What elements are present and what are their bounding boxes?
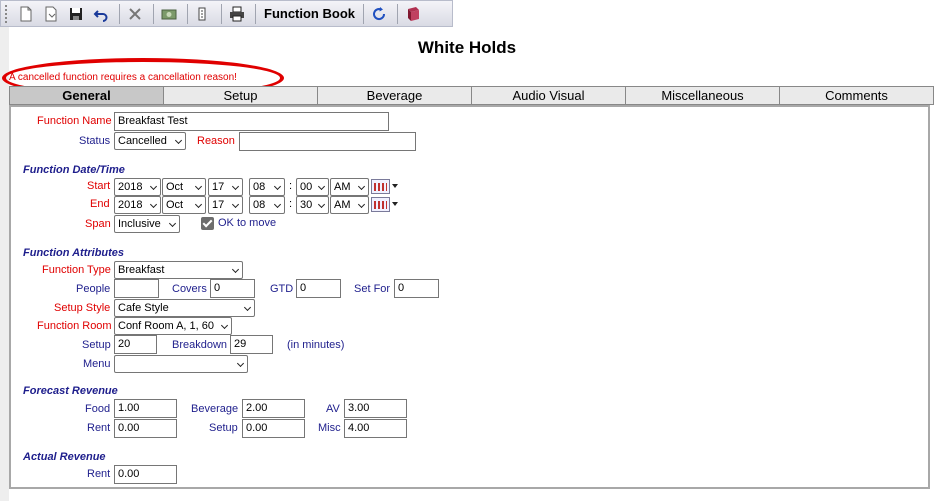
status-label: Status: [79, 135, 111, 147]
toolbar-separator: [187, 3, 188, 24]
gtd-input[interactable]: 0: [296, 279, 341, 298]
breakdown-label: Breakdown: [172, 339, 228, 351]
tab-miscellaneous[interactable]: Miscellaneous: [626, 86, 780, 105]
start-month-select[interactable]: Oct: [162, 178, 206, 196]
actual-rent-input[interactable]: 0.00: [114, 465, 177, 484]
undo-icon[interactable]: [90, 3, 112, 25]
tab-audio-visual[interactable]: Audio Visual: [472, 86, 626, 105]
av-label: AV: [326, 403, 340, 415]
beverage-input[interactable]: 2.00: [242, 399, 305, 418]
time-colon: :: [289, 180, 293, 192]
end-month-select[interactable]: Oct: [162, 196, 206, 214]
menu-select[interactable]: [114, 355, 248, 373]
page-title: White Holds: [417, 38, 517, 57]
setup-revenue-label: Setup: [209, 422, 238, 434]
setup-style-select[interactable]: Cafe Style: [114, 299, 255, 317]
tab-general[interactable]: General: [9, 86, 164, 105]
gtd-label: GTD: [270, 283, 294, 295]
food-label: Food: [85, 403, 111, 415]
setup-revenue-input[interactable]: 0.00: [242, 419, 305, 438]
beverage-label: Beverage: [191, 403, 239, 415]
reason-label: Reason: [197, 135, 235, 147]
misc-input[interactable]: 4.00: [344, 419, 407, 438]
toolbar-separator: [255, 3, 256, 24]
people-input[interactable]: [114, 279, 159, 298]
span-select[interactable]: Inclusive: [114, 215, 180, 233]
print-preview-icon[interactable]: [192, 3, 214, 25]
start-year-select[interactable]: 2018: [114, 178, 161, 196]
tab-beverage[interactable]: Beverage: [318, 86, 472, 105]
forecast-revenue-section-title: Forecast Revenue: [23, 385, 118, 397]
toolbar-separator: [363, 3, 364, 24]
actual-rent-label: Rent: [87, 468, 111, 480]
tab-setup[interactable]: Setup: [164, 86, 318, 105]
setup-label: Setup: [82, 339, 111, 351]
ok-to-move-label: OK to move: [218, 217, 277, 229]
function-type-label: Function Type: [42, 264, 111, 276]
start-calendar-dropdown-icon[interactable]: [392, 184, 398, 188]
toolbar-separator: [119, 3, 120, 24]
end-calendar-icon[interactable]: [371, 197, 390, 212]
function-name-input[interactable]: Breakfast Test: [114, 112, 389, 131]
reason-input[interactable]: [239, 132, 416, 151]
end-minute-select[interactable]: 30: [296, 196, 329, 214]
function-book-icon[interactable]: [402, 3, 424, 25]
copy-icon[interactable]: [40, 3, 62, 25]
status-select[interactable]: Cancelled: [114, 132, 186, 150]
end-year-select[interactable]: 2018: [114, 196, 161, 214]
set-for-label: Set For: [354, 283, 391, 295]
function-type-select[interactable]: Breakfast: [114, 261, 243, 279]
breakdown-minutes-input[interactable]: 29: [230, 335, 273, 354]
menu-label: Menu: [83, 358, 111, 370]
left-scroll-strip: [0, 27, 9, 501]
span-label: Span: [85, 218, 111, 230]
toolbar-separator: [153, 3, 154, 24]
people-label: People: [76, 283, 111, 295]
ok-to-move-checkbox[interactable]: [201, 217, 214, 230]
delete-icon[interactable]: [124, 3, 146, 25]
end-label: End: [90, 198, 110, 210]
tab-comments[interactable]: Comments: [780, 86, 934, 105]
function-name-label: Function Name: [37, 115, 112, 127]
function-attributes-section-title: Function Attributes: [23, 247, 125, 259]
covers-input[interactable]: 0: [210, 279, 255, 298]
setup-minutes-input[interactable]: 20: [114, 335, 157, 354]
toolbar-separator: [221, 3, 222, 24]
misc-label: Misc: [318, 422, 341, 434]
set-for-input[interactable]: 0: [394, 279, 439, 298]
start-calendar-icon[interactable]: [371, 179, 390, 194]
rent-input[interactable]: 0.00: [114, 419, 177, 438]
start-label: Start: [87, 180, 111, 192]
end-ampm-select[interactable]: AM: [330, 196, 369, 214]
new-icon[interactable]: [15, 3, 37, 25]
setup-style-label: Setup Style: [54, 302, 111, 314]
print-icon[interactable]: [226, 3, 248, 25]
end-hour-select[interactable]: 08: [249, 196, 285, 214]
start-hour-select[interactable]: 08: [249, 178, 285, 196]
time-colon: :: [289, 198, 293, 210]
toolbar: Function Book: [0, 0, 453, 27]
function-room-select[interactable]: Conf Room A, 1, 60: [114, 317, 232, 335]
minutes-note: (in minutes): [287, 339, 345, 351]
actual-revenue-section-title: Actual Revenue: [23, 451, 106, 463]
money-icon[interactable]: [158, 3, 180, 25]
food-input[interactable]: 1.00: [114, 399, 177, 418]
start-ampm-select[interactable]: AM: [330, 178, 369, 196]
tab-bar: General Setup Beverage Audio Visual Misc…: [9, 86, 934, 105]
end-calendar-dropdown-icon[interactable]: [392, 202, 398, 206]
toolbar-separator: [397, 3, 398, 24]
toolbar-grip[interactable]: [5, 4, 9, 23]
save-icon[interactable]: [65, 3, 87, 25]
start-day-select[interactable]: 17: [208, 178, 243, 196]
covers-label: Covers: [172, 283, 207, 295]
function-room-label: Function Room: [37, 320, 112, 332]
av-input[interactable]: 3.00: [344, 399, 407, 418]
start-minute-select[interactable]: 00: [296, 178, 329, 196]
refresh-icon[interactable]: [368, 3, 390, 25]
function-datetime-section-title: Function Date/Time: [23, 164, 125, 176]
function-book-label[interactable]: Function Book: [264, 6, 355, 21]
rent-label: Rent: [87, 422, 111, 434]
end-day-select[interactable]: 17: [208, 196, 243, 214]
